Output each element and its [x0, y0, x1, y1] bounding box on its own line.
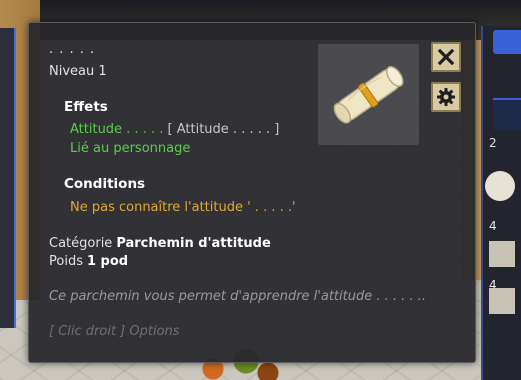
close-button[interactable]: [431, 42, 461, 72]
item-description: Ce parchemin vous permet d'apprendre l'a…: [49, 289, 426, 304]
condition-line: Ne pas connaître l'attitude ' . . . . .': [70, 200, 296, 215]
left-ui-panel: [0, 28, 16, 328]
options-hint: [ Clic droit ] Options: [49, 324, 180, 339]
hud-value-2: 4: [489, 219, 497, 233]
gear-icon: [437, 88, 455, 106]
right-hud-panel: 2 4 4: [481, 26, 521, 380]
effect-link: Lié au personnage: [70, 141, 191, 156]
options-button[interactable]: [431, 82, 461, 112]
weight-label: Poids: [49, 254, 83, 269]
effects-heading: Effets: [64, 99, 108, 115]
close-icon: [437, 48, 455, 66]
item-level: Niveau 1: [49, 64, 107, 79]
hud-slot-1[interactable]: [489, 241, 515, 267]
category-label: Catégorie: [49, 236, 113, 251]
item-name: . . . . .: [49, 42, 96, 57]
conditions-heading: Conditions: [64, 176, 146, 192]
effect-bracket: [ Attitude . . . . . ]: [167, 122, 280, 137]
weight-row: Poids 1 pod: [49, 254, 128, 269]
item-tooltip: . . . . . Niveau 1 Effets Attitude . . .…: [28, 22, 476, 363]
item-image: [318, 44, 419, 145]
hud-slot-2[interactable]: [489, 288, 515, 314]
hud-value-1: 2: [489, 136, 497, 150]
effect-name: Attitude . . . . .: [70, 122, 164, 137]
category-row: Catégorie Parchemin d'attitude: [49, 236, 271, 251]
category-value: Parchemin d'attitude: [116, 236, 271, 251]
weight-value: 1 pod: [86, 254, 129, 269]
hud-header-bar: [493, 98, 521, 130]
hud-avatar[interactable]: [485, 171, 515, 201]
scroll-icon: [333, 66, 404, 124]
effect-line: Attitude . . . . . [ Attitude . . . . . …: [70, 122, 279, 137]
hud-tab[interactable]: [493, 30, 521, 54]
